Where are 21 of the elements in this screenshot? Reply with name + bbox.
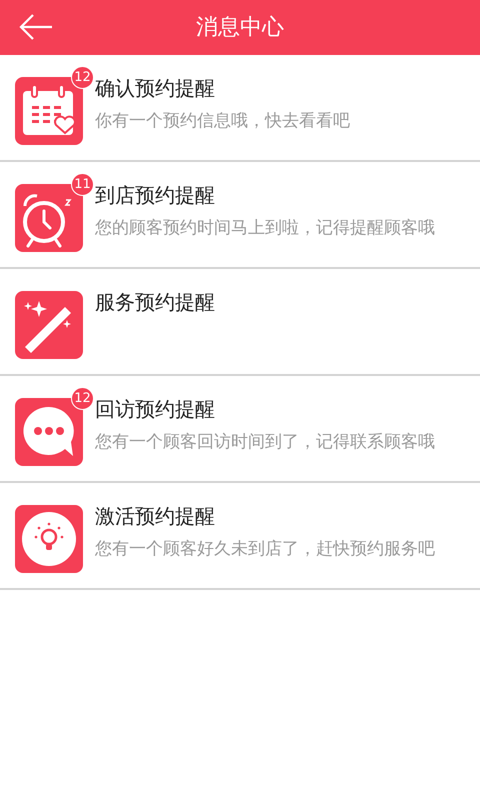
- message-row[interactable]: 服务预约提醒: [0, 269, 480, 376]
- message-title: 确认预约提醒: [95, 75, 216, 101]
- message-title: 服务预约提醒: [95, 289, 215, 315]
- unread-count-badge: 11: [71, 173, 94, 196]
- message-row[interactable]: 激活预约提醒 您有一个顾客好久未到店了，赶快预约服务吧: [0, 483, 480, 590]
- unread-count-badge: 12: [71, 66, 94, 89]
- message-preview: 你有一个预约信息哦，快去看看吧: [95, 110, 350, 133]
- message-preview: 您的顾客预约时间马上到啦，记得提醒顾客哦: [95, 217, 435, 240]
- message-row[interactable]: 12 回访预约提醒 您有一个顾客回访时间到了，记得联系顾客哦: [0, 376, 480, 483]
- back-arrow-icon: [18, 12, 54, 42]
- message-title: 到店预约提醒: [95, 182, 216, 208]
- page-title: 消息中心: [196, 14, 284, 42]
- message-title: 激活预约提醒: [95, 503, 216, 529]
- unread-count-badge: 12: [71, 387, 94, 410]
- message-preview: 您有一个顾客回访时间到了，记得联系顾客哦: [95, 431, 435, 454]
- message-row[interactable]: 12 确认预约提醒 你有一个预约信息哦，快去看看吧: [0, 55, 480, 162]
- message-preview: 您有一个顾客好久未到店了，赶快预约服务吧: [95, 538, 435, 561]
- message-title: 回访预约提醒: [95, 396, 216, 422]
- lightbulb-icon: [15, 505, 83, 573]
- message-row[interactable]: 11 到店预约提醒 您的顾客预约时间马上到啦，记得提醒顾客哦: [0, 162, 480, 269]
- magic-wand-icon: [15, 291, 83, 359]
